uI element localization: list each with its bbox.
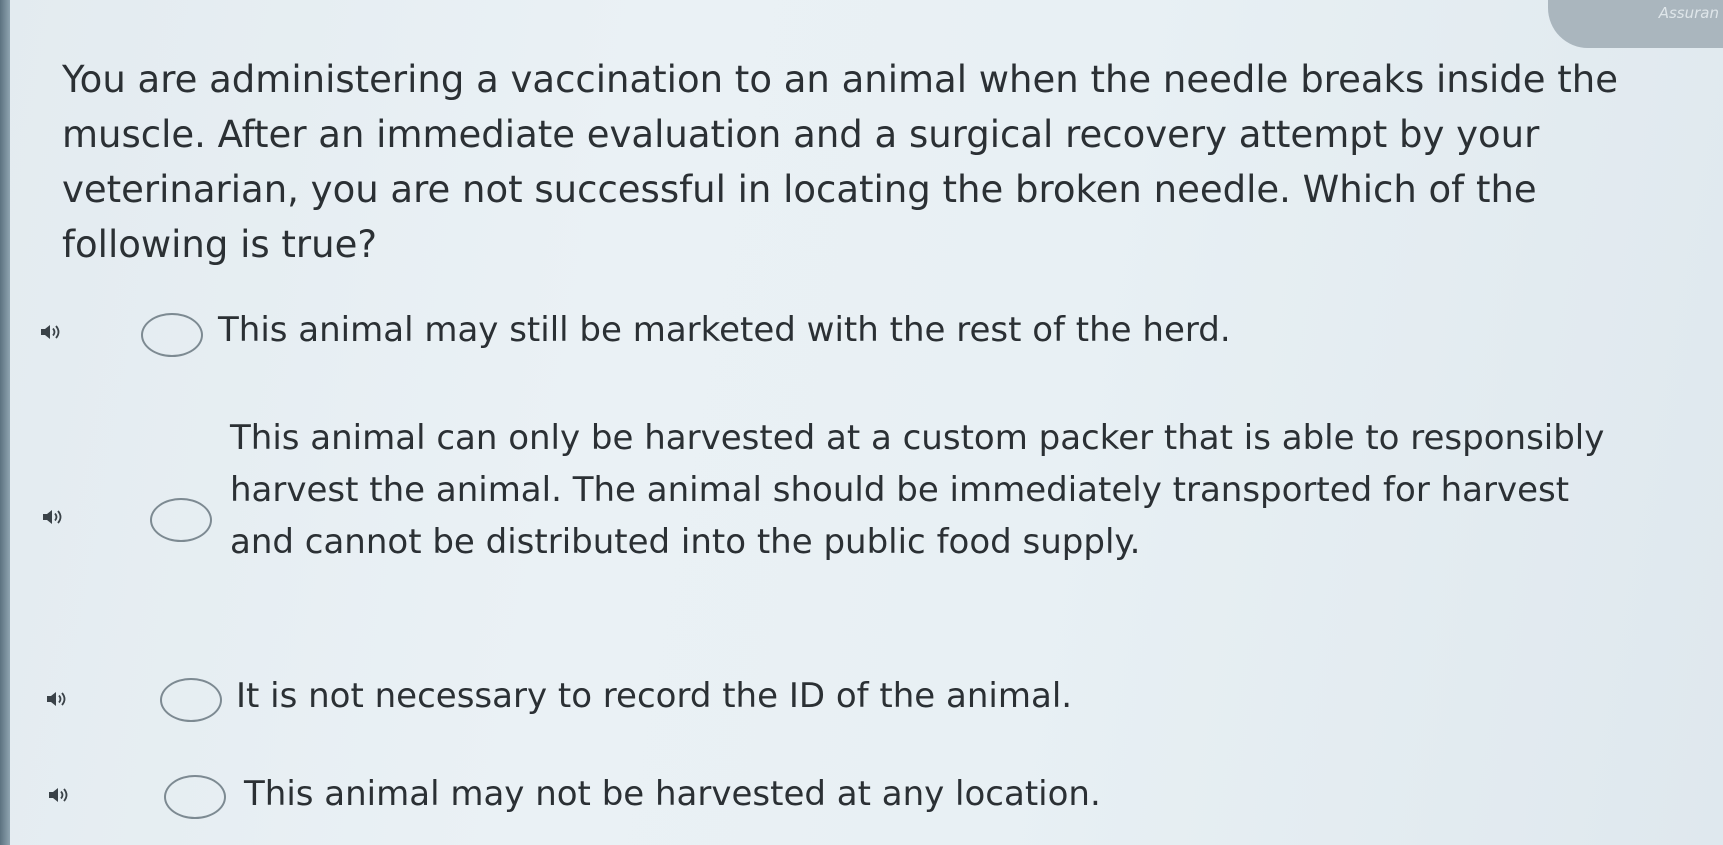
option-label: This animal may not be harvested at any …: [244, 774, 1101, 814]
radio-button[interactable]: [160, 678, 222, 722]
question-text: You are administering a vaccination to a…: [62, 58, 1619, 266]
speaker-icon[interactable]: [40, 505, 64, 529]
corner-tab: Assuran: [1548, 0, 1723, 48]
corner-label: Assuran: [1658, 4, 1719, 22]
speaker-icon[interactable]: [38, 320, 62, 344]
option-label: It is not necessary to record the ID of …: [236, 676, 1073, 716]
speaker-icon[interactable]: [46, 783, 70, 807]
radio-button[interactable]: [141, 313, 203, 357]
option-label: This animal may still be marketed with t…: [218, 310, 1231, 350]
window-edge: [0, 0, 10, 845]
radio-button[interactable]: [164, 775, 226, 819]
radio-button[interactable]: [150, 498, 212, 542]
option-label: This animal can only be harvested at a c…: [230, 418, 1605, 562]
speaker-icon[interactable]: [44, 687, 68, 711]
